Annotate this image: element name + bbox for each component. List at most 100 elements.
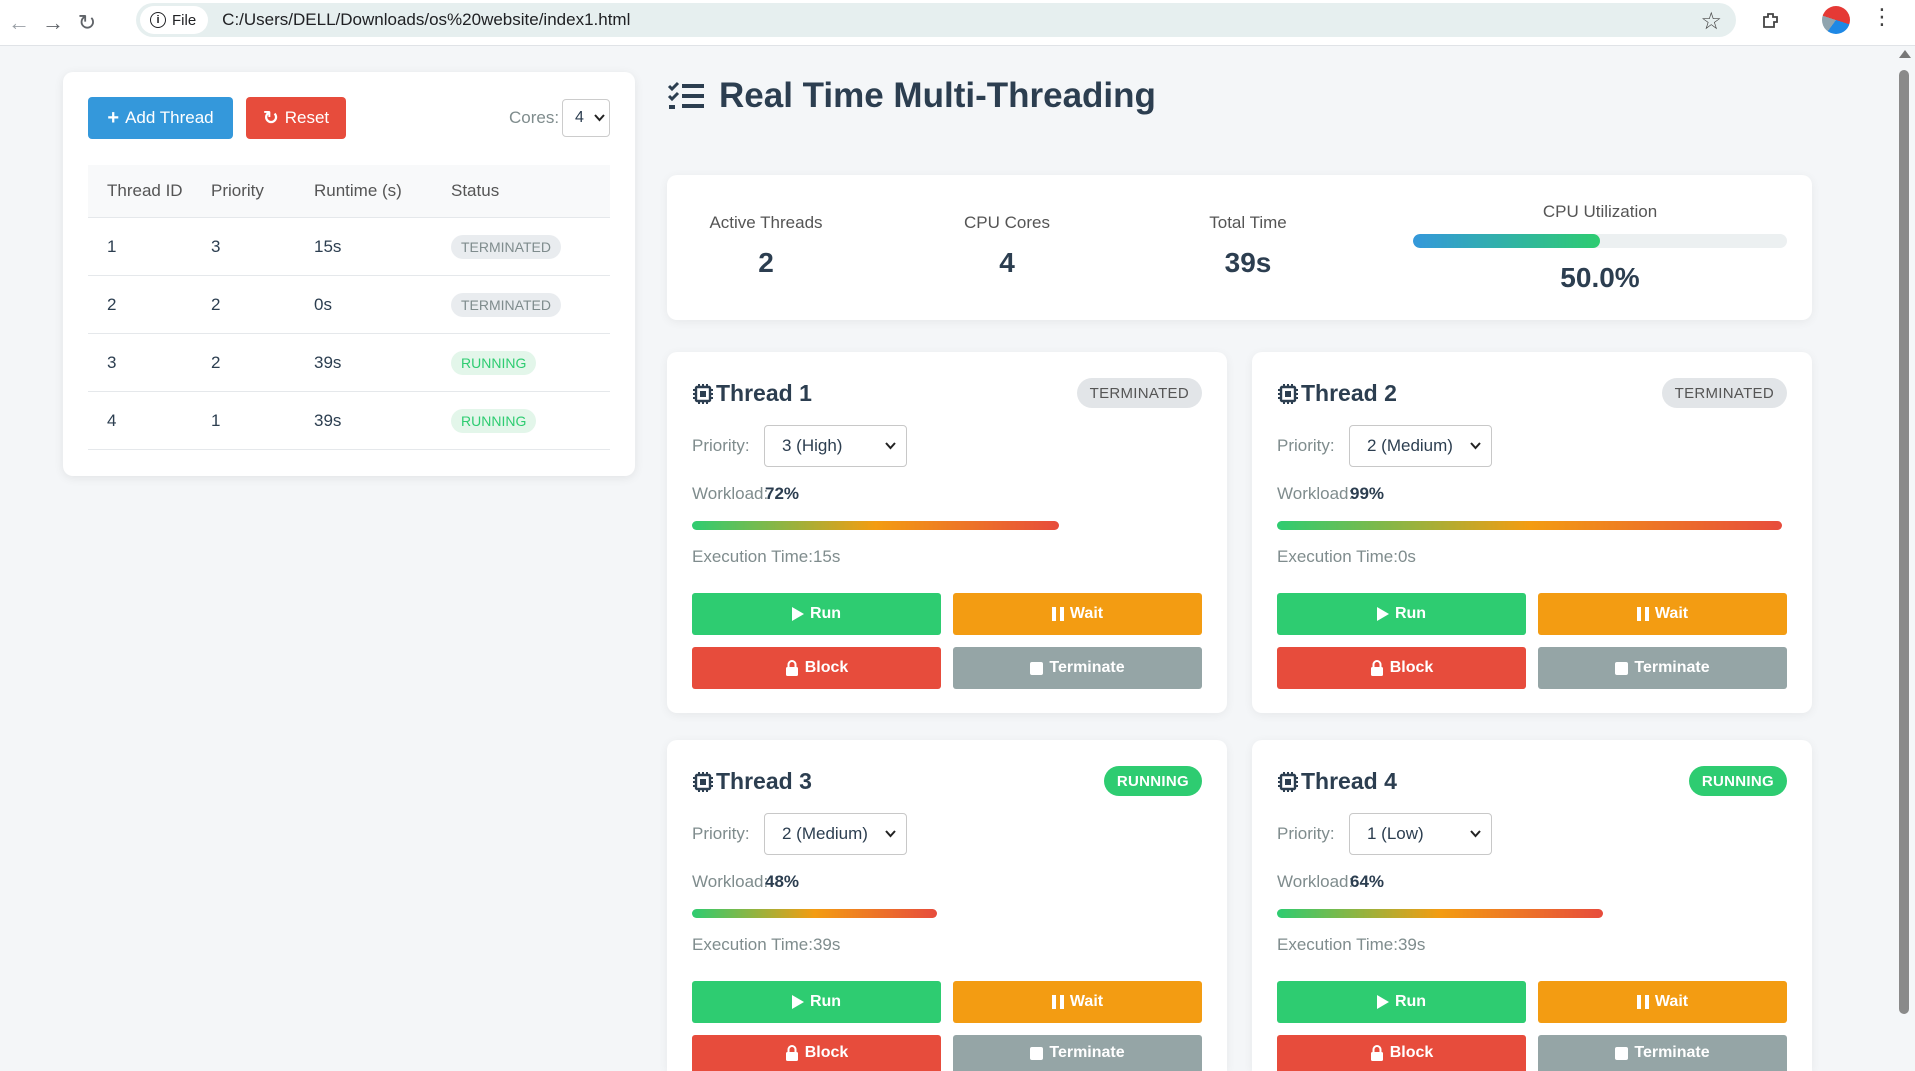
priority-select[interactable]: 3 (High)	[764, 425, 907, 467]
lock-icon	[1370, 1045, 1383, 1061]
cell-runtime: 0s	[314, 294, 332, 314]
profile-avatar[interactable]	[1822, 6, 1850, 34]
reset-label: Reset	[284, 108, 330, 127]
wait-button[interactable]: Wait	[953, 593, 1202, 635]
block-button[interactable]: Block	[692, 1035, 941, 1071]
cores-value: 4	[575, 109, 584, 126]
workload-bar	[692, 909, 937, 918]
scroll-up-arrow-icon[interactable]	[1899, 50, 1911, 58]
status-badge: TERMINATED	[451, 292, 561, 317]
stat-value: 50.0%	[1560, 262, 1640, 293]
lock-icon	[785, 660, 798, 676]
stat-value: 4	[999, 247, 1015, 278]
chevron-down-icon	[885, 442, 896, 450]
play-icon	[791, 995, 804, 1009]
reload-icon[interactable]: ↻	[70, 6, 104, 40]
run-label: Run	[1394, 993, 1427, 1010]
lock-icon	[1370, 660, 1383, 676]
terminate-button[interactable]: Terminate	[953, 1035, 1202, 1071]
workload-value: 72%	[765, 484, 800, 503]
status-badge: TERMINATED	[1661, 378, 1787, 408]
cell-thread-id: 2	[107, 294, 117, 314]
browser-menu-icon[interactable]: ⋮	[1870, 4, 1894, 30]
reset-icon: ↻	[262, 107, 279, 129]
wait-label: Wait	[1654, 605, 1689, 622]
microchip-icon	[693, 771, 713, 792]
run-label: Run	[809, 993, 842, 1010]
execution-time: Execution Time:39s	[692, 935, 841, 954]
block-label: Block	[804, 659, 849, 676]
site-chip-label: File	[172, 11, 197, 29]
priority-value: 2 (Medium)	[782, 824, 868, 843]
block-button[interactable]: Block	[692, 647, 941, 689]
block-button[interactable]: Block	[1277, 647, 1526, 689]
stat-value: 2	[758, 247, 774, 278]
cell-runtime: 39s	[314, 352, 342, 372]
run-button[interactable]: Run	[1277, 981, 1526, 1023]
priority-select[interactable]: 2 (Medium)	[764, 813, 907, 855]
back-arrow-icon[interactable]: ←	[2, 6, 36, 40]
stat-label: Total Time	[1209, 213, 1287, 232]
reset-button[interactable]: ↻ Reset	[246, 97, 346, 139]
thread-card: Thread 1 TERMINATED Priority: 3 (High) W…	[667, 352, 1227, 713]
thread-title: Thread 3	[692, 768, 812, 795]
priority-value: 3 (High)	[782, 436, 843, 455]
thread-card: Thread 4 RUNNING Priority: 1 (Low) Workl…	[1252, 740, 1812, 1071]
cpu-utilization-fill	[1413, 234, 1600, 248]
info-icon: i	[150, 12, 166, 28]
run-button[interactable]: Run	[692, 593, 941, 635]
terminate-button[interactable]: Terminate	[1538, 1035, 1787, 1071]
workload-label: Workload:	[692, 484, 769, 503]
browser-toolbar: ← → ↻ i File C:/Users/DELL/Downloads/os%…	[0, 0, 1915, 46]
stat-cpu-utilization: CPU Utilization 50.0%	[1413, 202, 1787, 294]
cell-priority: 1	[211, 410, 221, 430]
extensions-icon[interactable]	[1756, 6, 1786, 36]
run-button[interactable]: Run	[692, 981, 941, 1023]
wait-label: Wait	[1069, 993, 1104, 1010]
terminate-label: Terminate	[1049, 1044, 1125, 1061]
bookmark-star-icon[interactable]: ☆	[1700, 7, 1722, 36]
terminate-button[interactable]: Terminate	[953, 647, 1202, 689]
play-icon	[1376, 995, 1389, 1009]
workload-value: 99%	[1350, 484, 1385, 503]
terminate-label: Terminate	[1634, 1044, 1710, 1061]
table-header-row: Thread ID Priority Runtime (s) Status	[88, 165, 610, 218]
thread-title: Thread 1	[692, 380, 812, 407]
terminate-label: Terminate	[1634, 659, 1710, 676]
wait-button[interactable]: Wait	[953, 981, 1202, 1023]
wait-label: Wait	[1654, 993, 1689, 1010]
thread-title-text: Thread 4	[1301, 768, 1397, 794]
thread-card: Thread 3 RUNNING Priority: 2 (Medium) Wo…	[667, 740, 1227, 1071]
workload-bar	[1277, 909, 1603, 918]
cores-select[interactable]: 4	[562, 99, 610, 137]
priority-select[interactable]: 2 (Medium)	[1349, 425, 1492, 467]
execution-time: Execution Time:0s	[1277, 547, 1416, 566]
address-bar[interactable]: i File C:/Users/DELL/Downloads/os%20webs…	[136, 3, 1736, 37]
chevron-down-icon	[594, 114, 605, 122]
forward-arrow-icon[interactable]: →	[36, 6, 70, 40]
workload-label: Workload:	[1277, 484, 1354, 503]
page-scrollbar[interactable]	[1893, 46, 1915, 1071]
thread-title-text: Thread 3	[716, 768, 812, 794]
wait-button[interactable]: Wait	[1538, 981, 1787, 1023]
run-button[interactable]: Run	[1277, 593, 1526, 635]
microchip-icon	[1278, 383, 1298, 404]
block-button[interactable]: Block	[1277, 1035, 1526, 1071]
block-label: Block	[1389, 659, 1434, 676]
chevron-down-icon	[1470, 442, 1481, 450]
site-info-chip[interactable]: i File	[140, 6, 209, 34]
status-badge: TERMINATED	[451, 234, 561, 259]
add-thread-button[interactable]: + Add Thread	[88, 97, 233, 139]
stats-panel: Active Threads 2 CPU Cores 4 Total Time …	[667, 175, 1812, 320]
thread-title-text: Thread 2	[1301, 380, 1397, 406]
wait-button[interactable]: Wait	[1538, 593, 1787, 635]
header-priority: Priority	[211, 181, 264, 200]
header-status: Status	[451, 181, 500, 200]
priority-select[interactable]: 1 (Low)	[1349, 813, 1492, 855]
header-runtime: Runtime (s)	[314, 181, 402, 200]
priority-value: 2 (Medium)	[1367, 436, 1453, 455]
terminate-button[interactable]: Terminate	[1538, 647, 1787, 689]
stop-icon	[1030, 1046, 1044, 1060]
scroll-thumb[interactable]	[1899, 70, 1909, 1014]
url-text[interactable]: C:/Users/DELL/Downloads/os%20website/ind…	[222, 10, 630, 30]
